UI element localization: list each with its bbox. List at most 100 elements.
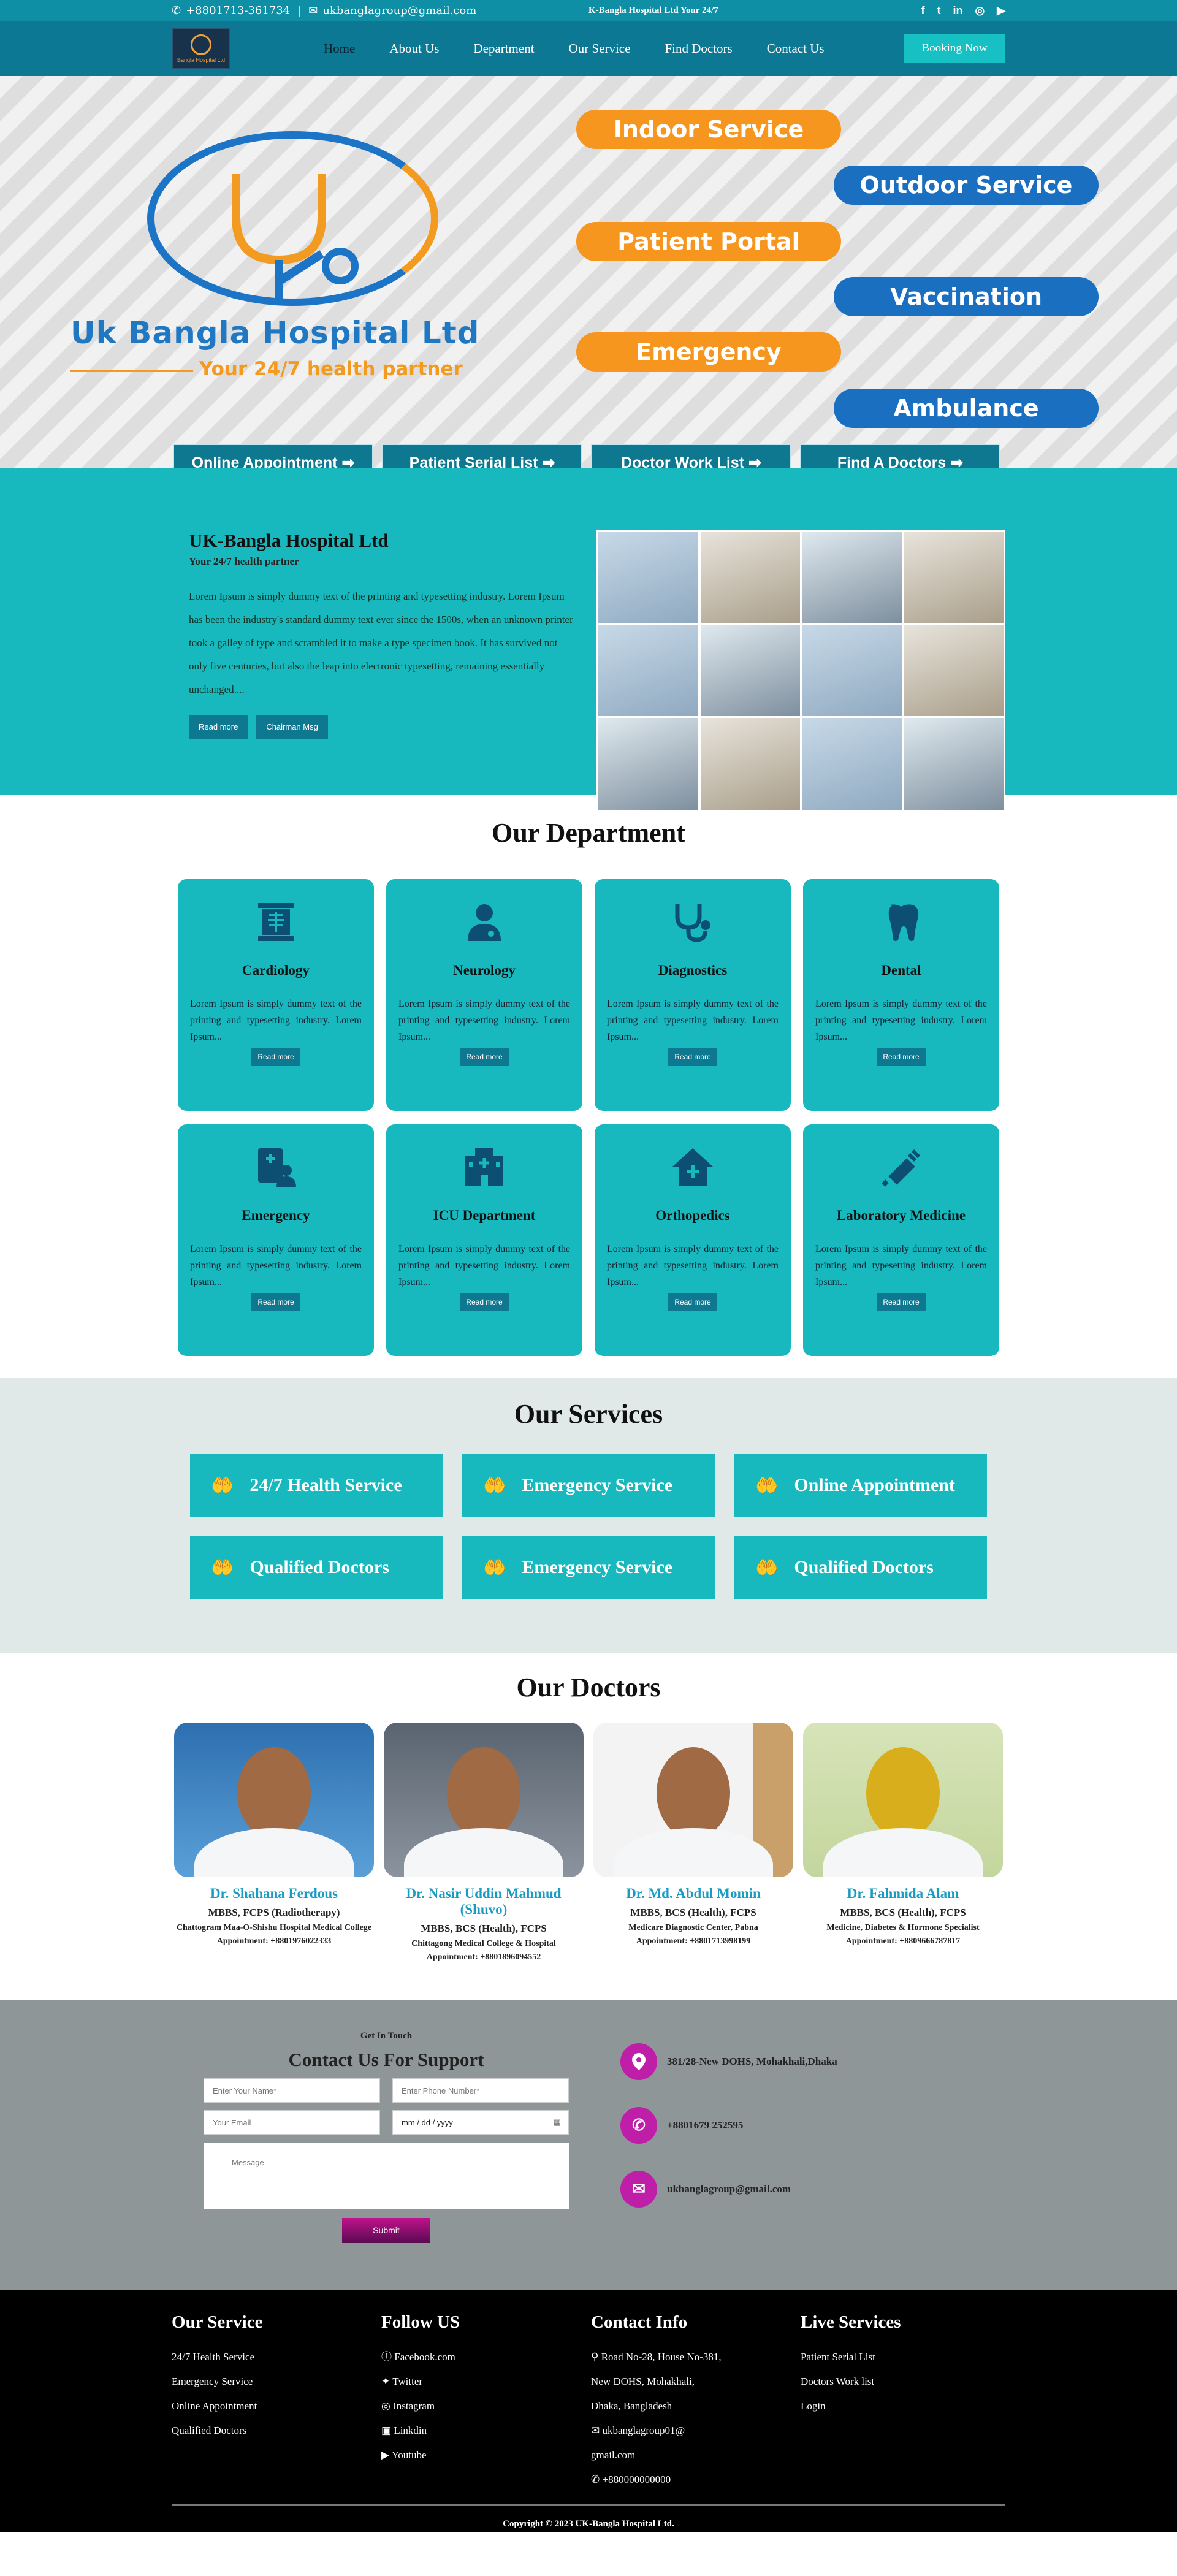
nav-department[interactable]: Department	[473, 41, 534, 56]
gallery-photo	[700, 532, 800, 623]
footer-col-service: Our Service 24/7 Health Service Emergenc…	[172, 2312, 381, 2492]
doctor-card[interactable]: Dr. Nasir Uddin Mahmud (Shuvo) MBBS, BCS…	[384, 1723, 584, 1964]
footer-link[interactable]: ⓕ Facebook.com	[381, 2345, 591, 2369]
hand-heart-icon: 🤲	[755, 1475, 779, 1496]
doctor-coat	[614, 1828, 773, 1877]
submit-button[interactable]: Submit	[342, 2218, 430, 2243]
booking-now-button[interactable]: Booking Now	[904, 34, 1005, 63]
footer-link[interactable]: Patient Serial List	[801, 2345, 1005, 2369]
online-appointment-button[interactable]: Online Appointment ➡	[173, 444, 373, 468]
read-more-button[interactable]: Read more	[460, 1293, 509, 1311]
youtube-icon[interactable]: ▶	[997, 4, 1005, 17]
gallery-photo	[598, 625, 698, 717]
gallery-photo	[700, 625, 800, 717]
topbar-phone[interactable]: ✆ +8801713-361734	[172, 4, 290, 17]
doctors-section: Our Doctors Dr. Shahana Ferdous MBBS, FC…	[0, 1653, 1177, 2000]
footer-link[interactable]: Online Appointment	[172, 2394, 381, 2418]
separator: |	[297, 4, 302, 17]
read-more-button[interactable]: Read more	[189, 715, 248, 739]
service-card[interactable]: 🤲 Emergency Service	[462, 1536, 715, 1599]
read-more-button[interactable]: Read more	[668, 1048, 717, 1066]
footer-link[interactable]: Qualified Doctors	[172, 2418, 381, 2443]
about-title: UK-Bangla Hospital Ltd	[189, 530, 389, 551]
service-card[interactable]: 🤲 Qualified Doctors	[734, 1536, 987, 1599]
doctor-card[interactable]: Dr. Fahmida Alam MBBS, BCS (Health), FCP…	[803, 1723, 1003, 1964]
footer-link[interactable]: ▶ Youtube	[381, 2443, 591, 2467]
read-more-button[interactable]: Read more	[877, 1048, 926, 1066]
footer-link[interactable]: ▣ Linkdin	[381, 2418, 591, 2443]
department-section: Our Department Cardiology Lorem Ipsum is…	[0, 795, 1177, 1378]
topbar-email[interactable]: ✉ ukbanglagroup@gmail.com	[308, 4, 476, 17]
footer-link[interactable]: ✦ Twitter	[381, 2369, 591, 2394]
email-field[interactable]: Your Email	[204, 2110, 380, 2135]
name-field[interactable]: Enter Your Name*	[204, 2078, 380, 2103]
doctor-work-list-button[interactable]: Doctor Work List ➡	[591, 444, 791, 468]
patient-serial-list-button[interactable]: Patient Serial List ➡	[382, 444, 582, 468]
read-more-button[interactable]: Read more	[668, 1293, 717, 1311]
department-card: Emergency Lorem Ipsum is simply dummy te…	[178, 1124, 374, 1356]
doctor-name: Dr. Shahana Ferdous	[210, 1886, 338, 1901]
nav-about-us[interactable]: About Us	[389, 41, 439, 56]
phone-icon: ✆	[591, 2474, 603, 2485]
form-row: Your Email mm / dd / yyyy ▦	[202, 2110, 570, 2135]
nav-our-service[interactable]: Our Service	[569, 41, 631, 56]
about-body: Lorem Ipsum is simply dummy text of the …	[189, 590, 573, 695]
service-card[interactable]: 🤲 Emergency Service	[462, 1454, 715, 1517]
pill-outdoor-service: Outdoor Service	[834, 166, 1099, 205]
read-more-button[interactable]: Read more	[251, 1048, 300, 1066]
hand-heart-icon: 🤲	[211, 1557, 234, 1578]
footer-divider	[172, 2504, 1005, 2506]
footer-link[interactable]: Login	[801, 2394, 1005, 2418]
linkedin-icon[interactable]: in	[953, 4, 962, 17]
facebook-icon[interactable]: f	[921, 4, 924, 17]
nav-home[interactable]: Home	[324, 41, 355, 56]
footer-phone[interactable]: ✆ +880000000000	[591, 2467, 801, 2492]
footer-address-line: ⚲ Road No-28, House No-381,	[591, 2351, 722, 2363]
service-card[interactable]: 🤲 Qualified Doctors	[190, 1536, 443, 1599]
read-more-button[interactable]: Read more	[877, 1293, 926, 1311]
doctor-head	[237, 1747, 311, 1839]
doctor-degree: MBBS, BCS (Health), FCPS	[421, 1922, 547, 1934]
date-field[interactable]: mm / dd / yyyy ▦	[392, 2110, 569, 2135]
phone-field[interactable]: Enter Phone Number*	[392, 2078, 569, 2103]
doctor-appointment: Appointment: +8809666787817	[845, 1937, 961, 1946]
doctor-institution: Medicare Diagnostic Center, Pabna	[628, 1923, 758, 1932]
doctor-card[interactable]: Dr. Shahana Ferdous MBBS, FCPS (Radiothe…	[174, 1723, 374, 1964]
department-card: Neurology Lorem Ipsum is simply dummy te…	[386, 879, 582, 1111]
service-card[interactable]: 🤲 Online Appointment	[734, 1454, 987, 1517]
department-text: Lorem Ipsum is simply dummy text of the …	[815, 999, 987, 1042]
contact-section: Get In Touch Contact Us For Support Ente…	[0, 2000, 1177, 2290]
footer-link[interactable]: ◎ Instagram	[381, 2394, 591, 2418]
doctor-coat	[194, 1828, 354, 1877]
instagram-icon[interactable]: ◎	[975, 4, 985, 17]
stethoscope-icon	[669, 899, 716, 945]
department-card: ICU Department Lorem Ipsum is simply dum…	[386, 1124, 582, 1356]
nav-contact-us[interactable]: Contact Us	[767, 41, 825, 56]
footer-link[interactable]: Doctors Work list	[801, 2369, 1005, 2394]
footer-link[interactable]: Emergency Service	[172, 2369, 381, 2394]
hand-heart-icon: 🤲	[483, 1557, 506, 1578]
twitter-icon[interactable]: t	[937, 4, 940, 17]
footer-email[interactable]: ✉ ukbanglagroup01@	[591, 2418, 801, 2443]
quick-links: Online Appointment ➡ Patient Serial List…	[173, 444, 1000, 468]
department-card: Dental Lorem Ipsum is simply dummy text …	[803, 879, 999, 1111]
read-more-button[interactable]: Read more	[460, 1048, 509, 1066]
read-more-button[interactable]: Read more	[251, 1293, 300, 1311]
hero-banner: Uk Bangla Hospital Ltd Your 24/7 health …	[0, 76, 1177, 468]
doctor-institution: Medicine, Diabetes & Hormone Specialist	[826, 1923, 980, 1932]
chairman-msg-button[interactable]: Chairman Msg	[256, 715, 328, 739]
doctor-card[interactable]: Dr. Md. Abdul Momin MBBS, BCS (Health), …	[593, 1723, 793, 1964]
footer-address-line: New DOHS, Mohakhali,	[591, 2376, 695, 2387]
department-grid: Cardiology Lorem Ipsum is simply dummy t…	[178, 879, 999, 1356]
calendar-icon[interactable]: ▦	[554, 2117, 561, 2127]
contact-info: 381/28-New DOHS, Mohakhali,Dhaka ✆ +88016…	[620, 2000, 837, 2243]
find-a-doctors-button[interactable]: Find A Doctors ➡	[800, 444, 1000, 468]
department-text: Lorem Ipsum is simply dummy text of the …	[607, 1244, 779, 1287]
department-name: Laboratory Medicine	[836, 1208, 966, 1223]
message-field[interactable]: Message	[204, 2143, 569, 2209]
nav-find-doctors[interactable]: Find Doctors	[665, 41, 732, 56]
service-card[interactable]: 🤲 24/7 Health Service	[190, 1454, 443, 1517]
footer-link[interactable]: 24/7 Health Service	[172, 2345, 381, 2369]
site-logo[interactable]: Bangla Hospital Ltd	[172, 28, 230, 69]
doctor-name: Dr. Nasir Uddin Mahmud (Shuvo)	[406, 1886, 562, 1917]
